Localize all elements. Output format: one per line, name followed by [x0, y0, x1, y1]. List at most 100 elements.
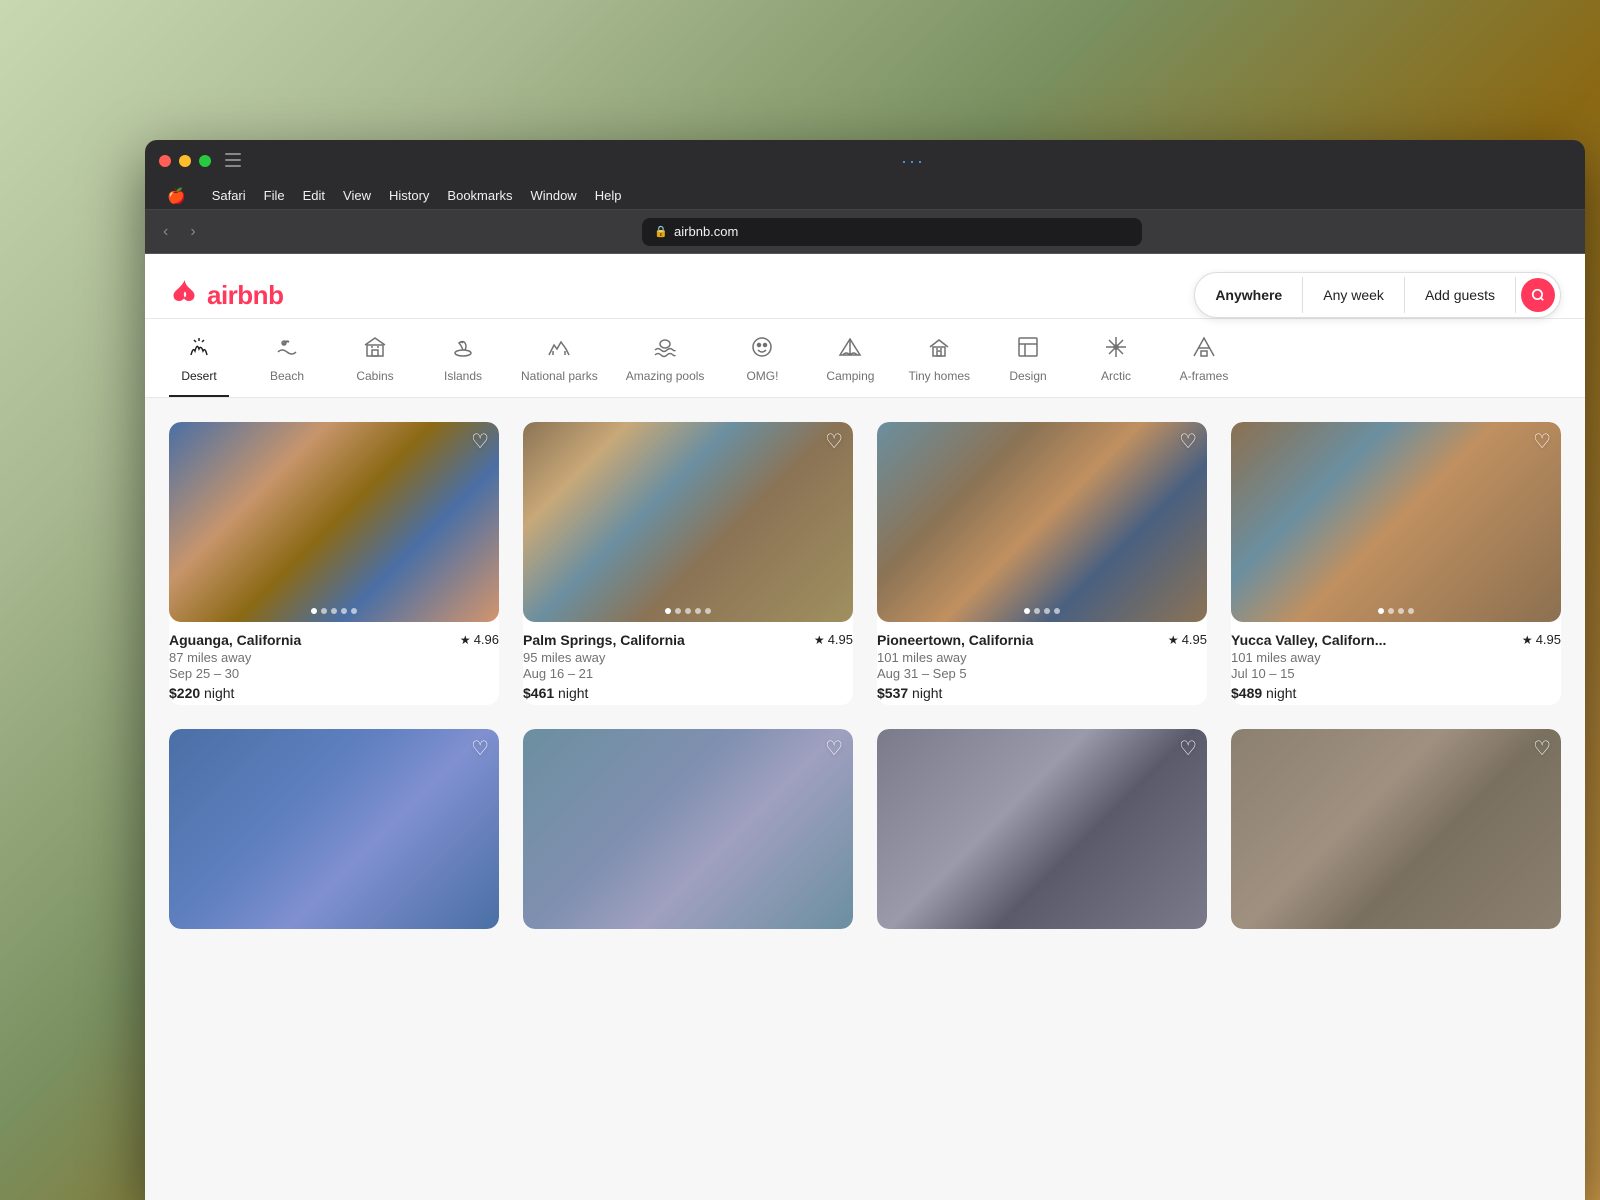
safari-menu[interactable]: Safari: [204, 186, 254, 205]
favorite-button-b1[interactable]: ♡: [471, 739, 489, 759]
url-text: airbnb.com: [674, 224, 738, 239]
dot: [321, 608, 327, 614]
back-button[interactable]: ‹: [157, 219, 174, 245]
omg-label: OMG!: [746, 369, 778, 383]
favorite-button-aguanga[interactable]: ♡: [471, 432, 489, 452]
listing-image-palm-springs: [523, 422, 853, 622]
dot: [685, 608, 691, 614]
category-arctic[interactable]: Arctic: [1086, 335, 1146, 397]
listing-location: Yucca Valley, Californ...: [1231, 632, 1386, 648]
category-beach[interactable]: Beach: [257, 335, 317, 397]
favorite-button-b3[interactable]: ♡: [1179, 739, 1197, 759]
national-parks-label: National parks: [521, 369, 598, 383]
bookmarks-menu[interactable]: Bookmarks: [439, 186, 520, 205]
add-guests-button[interactable]: Add guests: [1405, 277, 1516, 313]
desert-icon: [187, 335, 211, 363]
listing-card-b1[interactable]: ♡: [169, 729, 499, 929]
airbnb-logo[interactable]: airbnb: [169, 279, 283, 311]
dot: [1024, 608, 1030, 614]
a-frames-label: A-frames: [1180, 369, 1229, 383]
listing-price: $489 night: [1231, 685, 1561, 701]
title-bar: ···: [145, 140, 1585, 182]
listing-image-b2: [523, 729, 853, 929]
camping-icon: [838, 335, 862, 363]
apple-menu[interactable]: 🍎: [159, 185, 194, 207]
favorite-button-b4[interactable]: ♡: [1533, 739, 1551, 759]
listing-location: Palm Springs, California: [523, 632, 685, 648]
a-frames-icon: [1192, 335, 1216, 363]
favorite-button-yucca[interactable]: ♡: [1533, 432, 1551, 452]
category-tiny-homes[interactable]: Tiny homes: [908, 335, 970, 397]
dot: [705, 608, 711, 614]
listing-card-palm-springs[interactable]: ♡ Palm Springs, California ★ 4.: [523, 422, 853, 705]
maximize-button[interactable]: [199, 155, 211, 167]
camping-label: Camping: [826, 369, 874, 383]
listing-image-b3: [877, 729, 1207, 929]
window-menu[interactable]: Window: [522, 186, 584, 205]
favorite-button-palm-springs[interactable]: ♡: [825, 432, 843, 452]
view-menu[interactable]: View: [335, 186, 379, 205]
dot: [1408, 608, 1414, 614]
url-bar[interactable]: 🔒 airbnb.com: [642, 218, 1142, 246]
dot: [1034, 608, 1040, 614]
listing-image-b4: [1231, 729, 1561, 929]
category-nav: Desert Beach: [145, 319, 1585, 398]
help-menu[interactable]: Help: [587, 186, 630, 205]
dot: [665, 608, 671, 614]
national-parks-icon: [547, 335, 571, 363]
listing-card-b3[interactable]: ♡: [877, 729, 1207, 929]
dot-indicators: [311, 608, 357, 614]
close-button[interactable]: [159, 155, 171, 167]
favorite-button-b2[interactable]: ♡: [825, 739, 843, 759]
beach-label: Beach: [270, 369, 304, 383]
dots-icon: ···: [901, 151, 925, 172]
favorite-button-pioneertown[interactable]: ♡: [1179, 432, 1197, 452]
search-submit-button[interactable]: [1521, 278, 1555, 312]
dot-indicators: [665, 608, 711, 614]
forward-button[interactable]: ›: [184, 219, 201, 245]
category-cabins[interactable]: Cabins: [345, 335, 405, 397]
star-icon: ★: [1168, 633, 1179, 647]
listing-card-aguanga[interactable]: ♡ Aguanga, California ★ 4.96: [169, 422, 499, 705]
listing-card-b2[interactable]: ♡: [523, 729, 853, 929]
cabins-label: Cabins: [356, 369, 393, 383]
category-a-frames[interactable]: A-frames: [1174, 335, 1234, 397]
category-design[interactable]: Design: [998, 335, 1058, 397]
listing-info-aguanga: Aguanga, California ★ 4.96 87 miles away…: [169, 622, 499, 705]
listing-card-yucca-valley[interactable]: ♡ Yucca Valley, Californ... ★ 4.95: [1231, 422, 1561, 705]
category-amazing-pools[interactable]: Amazing pools: [626, 335, 705, 397]
islands-label: Islands: [444, 369, 482, 383]
dot: [331, 608, 337, 614]
history-menu[interactable]: History: [381, 186, 437, 205]
browser-window: ··· 🍎 Safari File Edit View History Book…: [145, 140, 1585, 1200]
category-camping[interactable]: Camping: [820, 335, 880, 397]
listing-dates: Aug 31 – Sep 5: [877, 666, 1207, 681]
category-national-parks[interactable]: National parks: [521, 335, 598, 397]
listing-card-pioneertown[interactable]: ♡ Pioneertown, California ★ 4.95: [877, 422, 1207, 705]
sidebar-toggle[interactable]: [219, 149, 247, 174]
menu-bar: 🍎 Safari File Edit View History Bookmark…: [145, 182, 1585, 210]
airbnb-logo-icon: [169, 279, 201, 311]
listing-info-pioneertown: Pioneertown, California ★ 4.95 101 miles…: [877, 622, 1207, 705]
dot: [1398, 608, 1404, 614]
dot: [675, 608, 681, 614]
desert-label: Desert: [181, 369, 216, 383]
dot: [1054, 608, 1060, 614]
listing-image-yucca: [1231, 422, 1561, 622]
listing-card-b4[interactable]: ♡: [1231, 729, 1561, 929]
cabins-icon: [363, 335, 387, 363]
anywhere-button[interactable]: Anywhere: [1195, 277, 1303, 313]
listing-info-palm-springs: Palm Springs, California ★ 4.95 95 miles…: [523, 622, 853, 705]
category-desert[interactable]: Desert: [169, 335, 229, 397]
category-omg[interactable]: OMG!: [732, 335, 792, 397]
dot: [341, 608, 347, 614]
file-menu[interactable]: File: [256, 186, 293, 205]
dot: [1388, 608, 1394, 614]
category-islands[interactable]: Islands: [433, 335, 493, 397]
any-week-button[interactable]: Any week: [1303, 277, 1405, 313]
listing-rating: ★ 4.95: [814, 632, 853, 647]
edit-menu[interactable]: Edit: [295, 186, 333, 205]
listing-image-aguanga: [169, 422, 499, 622]
minimize-button[interactable]: [179, 155, 191, 167]
search-icon: [1531, 288, 1545, 302]
